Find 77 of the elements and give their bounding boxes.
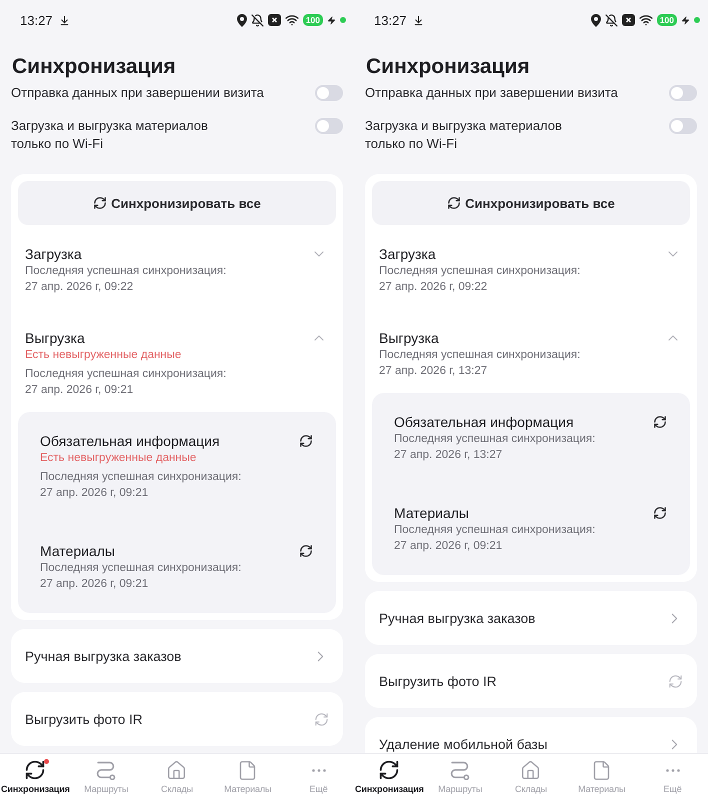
toggle-switch[interactable] [669,118,697,134]
sync-time: 27 апр. 2026 г, 09:21 [40,577,150,592]
sync-time: 27 апр. 2026 г, 09:22 [25,280,134,295]
menu-row-button[interactable]: Выгрузить фото IR [365,654,697,708]
item-title: Материалы [394,504,469,522]
refresh-icon[interactable] [653,506,667,520]
menu-row-button[interactable]: Ручная выгрузка заказов [11,629,343,683]
menu-row-button[interactable]: Выгрузить фото IR [11,692,343,746]
sync-time: 27 апр. 2026 г, 13:27 [379,364,488,379]
charging-bolt-icon [327,16,336,24]
more-icon [666,768,680,772]
toggle-switch[interactable] [315,118,343,134]
sync-status-label: Последняя успешная синхронизация: [394,523,596,538]
status-time: 13:27 [374,12,407,28]
refresh-icon [447,196,462,210]
nav-tab[interactable]: Синхронизация [0,754,71,802]
section-title: Выгрузка [25,329,85,347]
toggle-switch[interactable] [669,85,697,101]
location-pin-icon [236,14,247,26]
item-title: Материалы [40,542,115,560]
item-title: Обязательная информация [394,413,574,431]
nav-tab[interactable]: Синхронизация [354,754,425,802]
charging-bolt-icon [681,16,690,24]
route-icon [450,760,470,780]
toggle-switch[interactable] [315,85,343,101]
refresh-icon[interactable] [299,434,313,448]
page-title: Синхронизация [366,54,531,80]
status-dot-icon [694,17,700,23]
download-icon [412,14,424,26]
sync-icon [378,759,400,781]
battery-level: 100 [302,14,323,26]
close-box-icon [622,14,635,26]
sync-all-button[interactable]: Синхронизировать все [372,181,690,225]
sync-status-label: Последняя успешная синхронизация: [25,264,228,279]
warning-text: Есть невыгруженные данные [25,348,182,363]
sync-icon [24,759,46,781]
house-icon [520,760,542,780]
more-icon [312,768,326,772]
refresh-icon [93,196,108,210]
bell-off-icon [604,14,618,26]
setting-label: Загрузка и выгрузка материалов только по Wi-Fi [11,117,208,153]
status-dot-icon [340,17,346,23]
sync-all-button[interactable]: Синхронизировать все [18,181,336,225]
setting-label: Отправка данных при завершении визита [365,84,618,102]
section-title: Загрузка [379,245,436,263]
warning-text: Есть невыгруженные данные [40,451,198,466]
sync-status-label: Последняя успешная синхронизация: [40,470,242,485]
sync-time: 27 апр. 2026 г, 09:21 [25,383,134,398]
close-box-icon [268,14,281,26]
menu-row-button[interactable]: Удаление мобильной базы [365,717,697,753]
location-pin-icon [590,14,601,26]
sync-time: 27 апр. 2026 г, 13:27 [394,448,504,463]
sync-status-label: Последняя успешная синхронизация: [379,264,582,279]
sync-status-label: Последняя успешная синхронизация: [379,348,582,363]
setting-label: Загрузка и выгрузка материалов только по Wi-Fi [365,117,562,153]
sync-time: 27 апр. 2026 г, 09:22 [379,280,488,295]
item-title: Обязательная информация [40,432,220,450]
bell-off-icon [250,14,264,26]
download-icon [58,14,70,26]
battery-level: 100 [656,14,677,26]
sync-status-label: Последняя успешная синхронизация: [25,367,228,382]
refresh-icon[interactable] [299,544,313,558]
page-title: Синхронизация [12,54,177,80]
sync-status-label: Последняя успешная синхронизация: [40,561,242,576]
refresh-icon[interactable] [653,415,667,429]
status-time: 13:27 [20,12,53,28]
wifi-icon [638,13,653,27]
setting-label: Отправка данных при завершении визита [11,84,264,102]
route-icon [96,760,116,780]
menu-row-button[interactable]: Ручная выгрузка заказов [365,591,697,645]
house-icon [166,760,188,780]
sync-status-label: Последняя успешная синхронизация: [394,432,596,447]
section-title: Выгрузка [379,329,439,347]
sync-time: 27 апр. 2026 г, 09:21 [394,539,504,554]
sync-time: 27 апр. 2026 г, 09:21 [40,486,150,501]
wifi-icon [284,13,299,27]
section-title: Загрузка [25,245,82,263]
